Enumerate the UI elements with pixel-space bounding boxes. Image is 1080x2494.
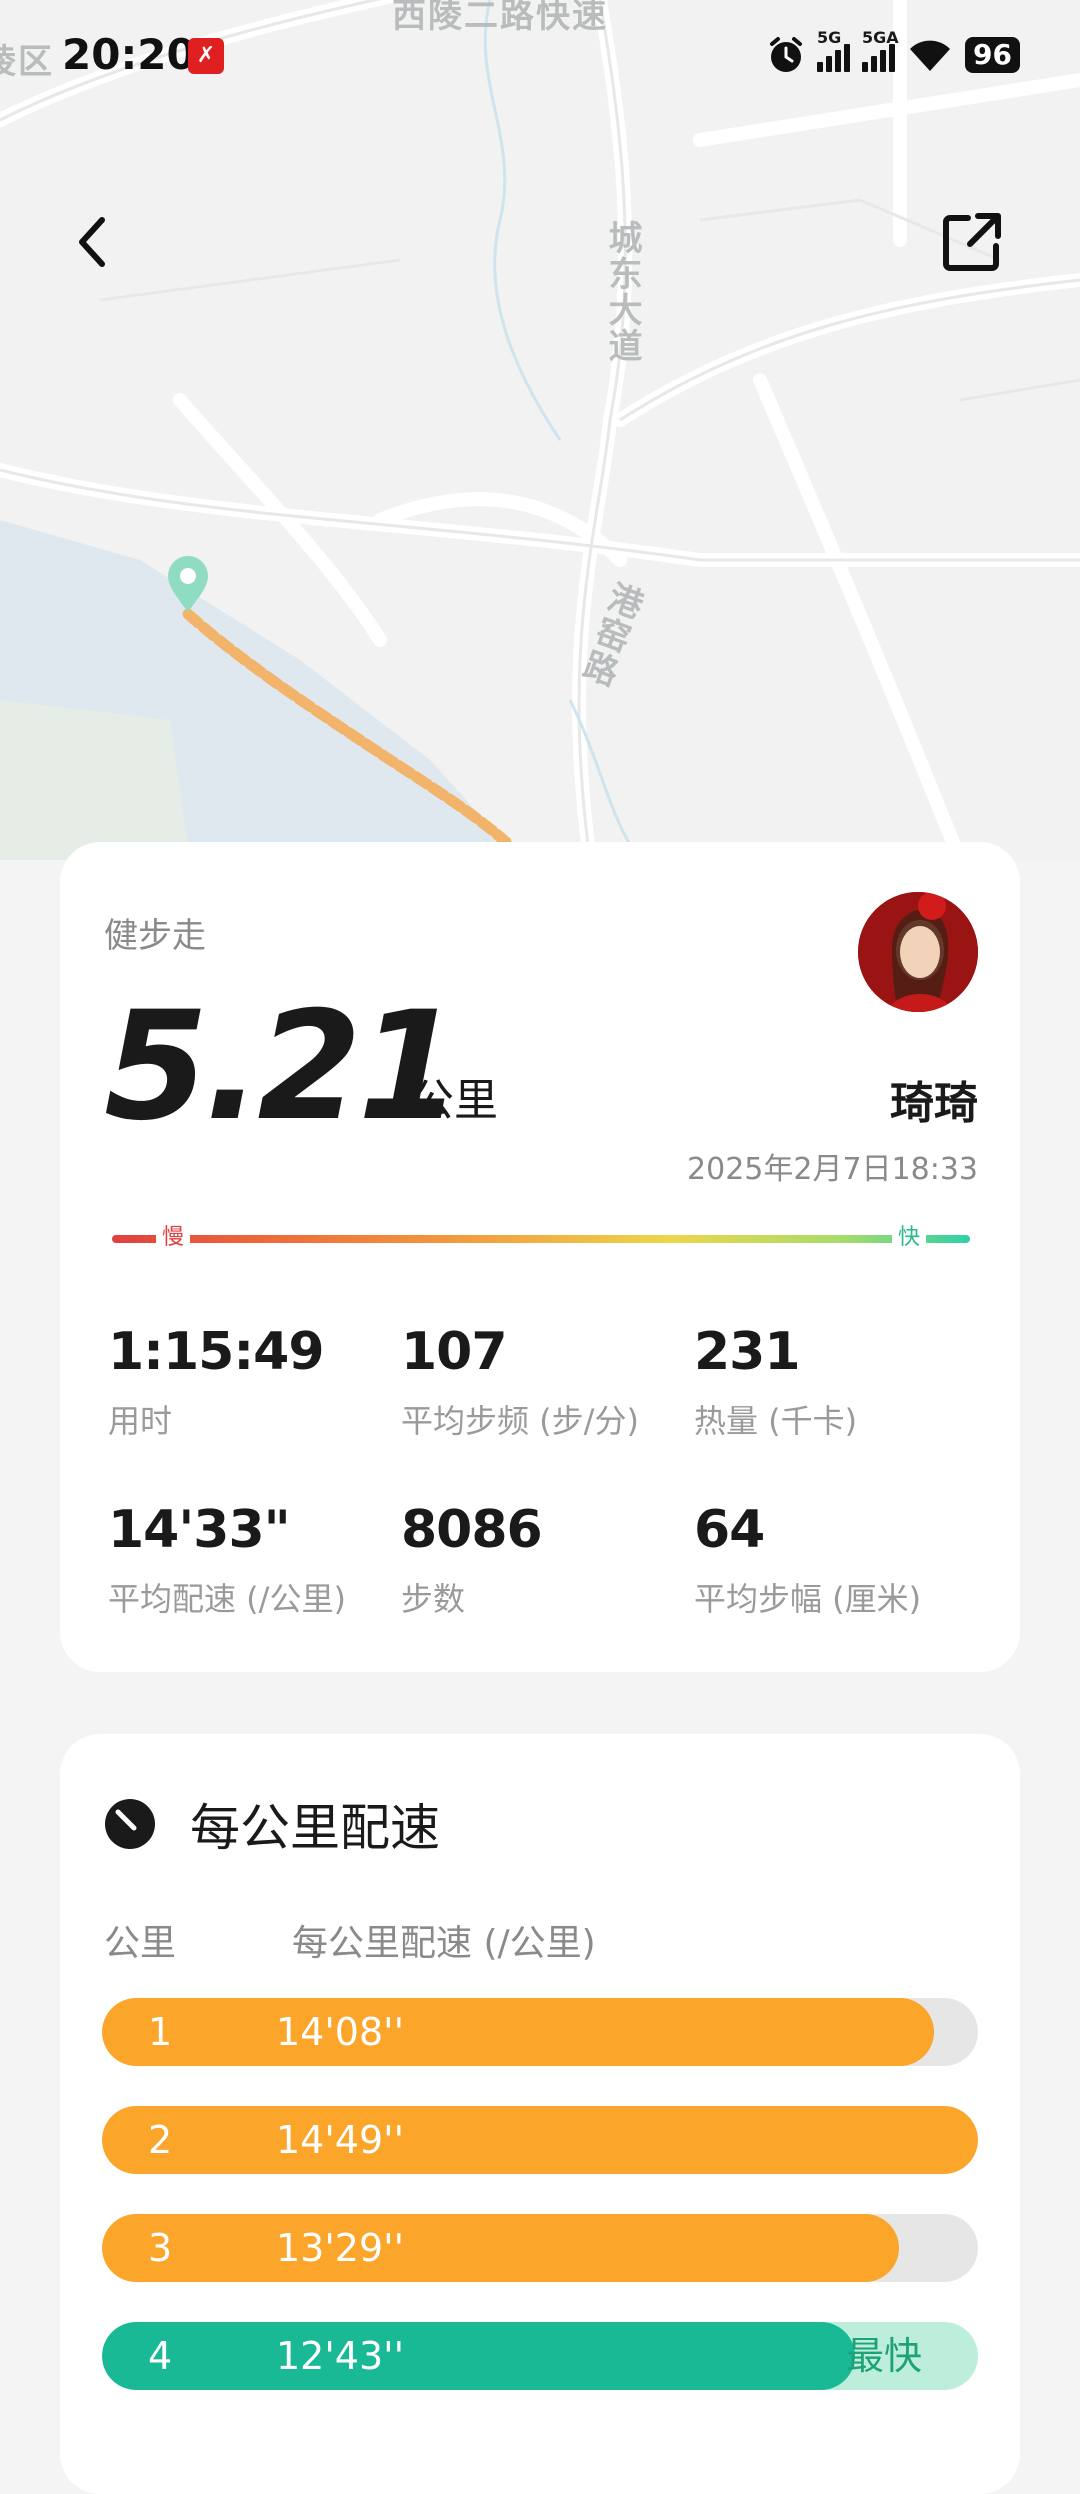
stat-avg-pace: 14'33" 平均配速 (/公里) [108,1500,401,1620]
map-label-city-east-road: 城东大道 [602,220,642,364]
pace-column-km: 公里 [104,1923,177,1964]
stat-cadence: 107 平均步频 (步/分) [401,1322,694,1442]
stat-value: 8086 [401,1500,543,1560]
pace-row: 3 13'29'' [102,2214,978,2282]
speedometer-icon [105,1799,155,1849]
pace-bar-fill [102,1998,935,2066]
pace-bar-fill [102,2106,978,2174]
route-map[interactable]: 西陵二路快速 城东大道 港窑路 陵区 [0,0,1080,860]
alarm-icon [770,37,803,72]
stat-label: 平均配速 (/公里) [108,1580,346,1618]
pace-km: 3 [148,2226,173,2270]
stat-value: 14'33" [108,1500,291,1560]
back-button[interactable] [52,202,132,282]
pace-km: 2 [148,2118,173,2162]
avatar[interactable] [858,892,978,1012]
workout-summary-card: 健步走 5.21 公里 琦琦 2025年2月7日18:33 慢 快 1:15:4… [60,842,1020,1672]
stat-calories: 231 热量 (千卡) [694,1322,987,1442]
user-name: 琦琦 [890,1078,978,1129]
stat-steps: 8086 步数 [401,1500,694,1620]
pace-value: 13'29'' [276,2226,405,2270]
workout-date: 2025年2月7日18:33 [687,1152,978,1187]
stats-grid: 1:15:49 用时 107 平均步频 (步/分) 231 热量 (千卡) 14… [108,1322,988,1620]
battery-indicator: 96 [965,37,1020,73]
pace-bar-fill [102,2214,900,2282]
notification-app-icon: ✗ [188,38,224,74]
stat-label: 步数 [401,1580,466,1618]
fastest-badge: 最快 [845,2334,922,2378]
stat-stride: 64 平均步幅 (厘米) [694,1500,987,1620]
pace-per-km-card: 每公里配速 公里 每公里配速 (/公里) 1 14'08'' 2 14'49''… [60,1734,1020,2494]
pace-column-pace: 每公里配速 (/公里) [292,1923,596,1964]
activity-type: 健步走 [104,916,206,956]
pace-row: 2 14'49'' [102,2106,978,2174]
speed-fast-label: 快 [891,1224,926,1252]
pace-km: 1 [148,2010,173,2054]
pace-km: 4 [148,2334,173,2378]
speed-gradient-bar [112,1235,970,1243]
signal-strength-icon-2: 5GA [862,28,899,72]
wifi-icon [910,40,951,71]
stat-label: 热量 (千卡) [694,1402,858,1440]
signal-strength-icon: 5G [817,28,851,72]
chevron-left-icon [79,217,105,267]
pace-value: 12'43'' [276,2334,405,2378]
speed-slow-label: 慢 [156,1224,191,1252]
pace-row: 1 14'08'' [102,1998,978,2066]
stat-value: 64 [694,1500,765,1560]
distance-value: 5.21 [104,980,462,1154]
share-button[interactable] [932,202,1012,282]
pace-value: 14'49'' [276,2118,405,2162]
pace-bar-fill [102,2322,856,2390]
stat-label: 平均步幅 (厘米) [694,1580,922,1618]
share-external-icon [943,213,1001,271]
pace-section-title: 每公里配速 [190,1799,440,1857]
stat-value: 231 [694,1322,801,1382]
stat-label: 平均步频 (步/分) [401,1402,639,1440]
avatar-image [858,892,978,1012]
pace-value: 14'08'' [276,2010,405,2054]
distance-unit: 公里 [410,1075,498,1126]
status-bar: 20:20 ✗ 5G 5GA 96 [0,0,1080,110]
stat-value: 1:15:49 [108,1322,325,1382]
pace-row: 最快 4 12'43'' [102,2322,978,2390]
stat-value: 107 [401,1322,508,1382]
speed-scale-legend: 慢 快 [112,1224,970,1252]
stat-label: 用时 [108,1402,173,1440]
status-time: 20:20 [62,30,196,79]
map-canvas [0,0,1080,860]
stat-duration: 1:15:49 用时 [108,1322,401,1442]
